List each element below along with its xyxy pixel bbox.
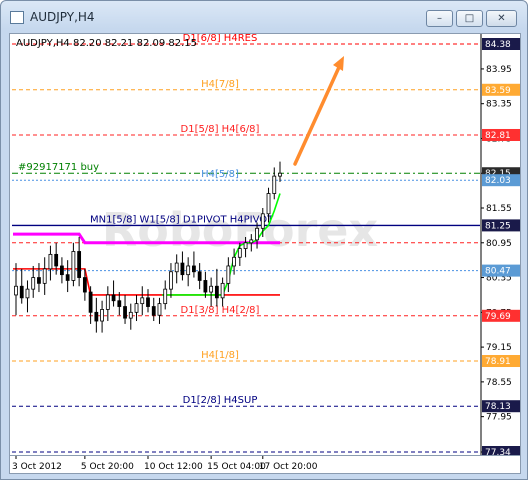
candle-body bbox=[71, 251, 76, 281]
candle-body bbox=[128, 311, 133, 319]
level-label: D1[3/8] H4[2/8] bbox=[181, 305, 260, 316]
candle-body bbox=[123, 306, 127, 319]
candle-body bbox=[255, 227, 259, 241]
price-level-tag-label: 79.69 bbox=[485, 312, 511, 322]
candle-body bbox=[192, 265, 196, 273]
candle-body bbox=[94, 311, 99, 322]
price-level-tag-label: 77.34 bbox=[485, 448, 511, 455]
candle-body bbox=[117, 300, 122, 307]
candle-body bbox=[14, 285, 18, 296]
candle-body bbox=[197, 271, 202, 281]
symbol-info: AUDJPY,H4 82.20 82.21 82.09 82.15 bbox=[16, 38, 197, 49]
level-label: H4[1/8] bbox=[201, 350, 239, 361]
price-level-tag-label: 82.03 bbox=[485, 176, 511, 186]
time-tick-label: 5 Oct 20:00 bbox=[81, 462, 134, 472]
time-tick-label: 3 Oct 2012 bbox=[12, 462, 62, 472]
price-tick-label: 78.55 bbox=[486, 378, 512, 388]
chart-svg: RoboForex D1[6/8] H4RESH4[7/8]D1[5/8] H4… bbox=[12, 34, 520, 455]
price-level-tag-label: 81.25 bbox=[485, 221, 511, 231]
candle-body bbox=[82, 277, 87, 293]
candle-body bbox=[214, 285, 219, 299]
candle-body bbox=[19, 285, 24, 299]
price-level-tag-label: 78.91 bbox=[485, 357, 511, 367]
time-axis-strip: 3 Oct 2012 5 Oct 20:00 10 Oct 12:00 15 Oct … bbox=[9, 456, 521, 474]
title-bar[interactable]: AUDJPY,H4 – □ ✕ bbox=[1, 1, 529, 33]
candle-body bbox=[134, 303, 139, 313]
candle-body bbox=[146, 297, 150, 307]
price-tick-label: 83.95 bbox=[486, 65, 512, 75]
candle-body bbox=[249, 239, 254, 244]
chart-area[interactable]: RoboForex D1[6/8] H4RES H4[7/8] D1[5/8] H4… bbox=[9, 33, 521, 456]
candle-body bbox=[25, 288, 30, 299]
candle-body bbox=[266, 193, 271, 215]
price-level-tag-label: 82.81 bbox=[485, 131, 511, 141]
level-label: H4[5/8] bbox=[201, 169, 239, 180]
candle-body bbox=[260, 213, 265, 229]
candle-body bbox=[186, 265, 191, 276]
level-label: D1[2/8] H4SUP bbox=[183, 395, 258, 406]
candle-body bbox=[48, 253, 53, 270]
time-axis: 3 Oct 2012 5 Oct 20:00 10 Oct 12:00 15 Oct … bbox=[12, 456, 318, 472]
candle-body bbox=[220, 282, 225, 299]
candle-body bbox=[232, 256, 236, 267]
candle-body bbox=[140, 297, 145, 305]
candle-body bbox=[272, 175, 277, 194]
level-label: D1[5/8] H4[6/8] bbox=[181, 124, 260, 135]
candle-body bbox=[37, 277, 41, 284]
price-tick-label: 83.35 bbox=[486, 100, 512, 110]
candle-body bbox=[60, 265, 64, 276]
chart-app-icon bbox=[10, 11, 24, 24]
forecast-arrow-shaft bbox=[293, 63, 342, 166]
price-tick-label: 81.55 bbox=[486, 204, 512, 214]
candle-body bbox=[174, 262, 179, 273]
price-tick-label: 79.15 bbox=[486, 343, 512, 353]
time-tick-label: 17 Oct 20:00 bbox=[259, 462, 318, 472]
price-level-tag-label: 80.47 bbox=[485, 267, 511, 277]
candle-body bbox=[209, 285, 214, 293]
candle-body bbox=[203, 280, 208, 293]
candle-body bbox=[88, 291, 93, 313]
candle-body bbox=[226, 265, 231, 284]
window-title: AUDJPY,H4 bbox=[30, 10, 95, 24]
candle-body bbox=[237, 248, 242, 258]
time-tick-label: 15 Oct 04:00 bbox=[207, 462, 266, 472]
candle-body bbox=[151, 306, 156, 316]
price-level-tag-label: 78.13 bbox=[485, 402, 511, 412]
level-label: H4[7/8] bbox=[201, 79, 239, 90]
candle-body bbox=[54, 253, 59, 267]
close-button[interactable]: ✕ bbox=[486, 10, 517, 27]
candle-body bbox=[111, 294, 116, 302]
time-tick-label: 10 Oct 12:00 bbox=[144, 462, 203, 472]
red-line bbox=[13, 268, 280, 296]
candle-body bbox=[77, 251, 82, 278]
candle-body bbox=[278, 172, 282, 177]
candle-body bbox=[243, 242, 248, 249]
candle-body bbox=[31, 277, 36, 290]
candle-body bbox=[157, 303, 162, 316]
candle-body bbox=[65, 274, 70, 281]
level-label: #92917171 buy bbox=[18, 162, 99, 173]
candle-body bbox=[163, 288, 168, 305]
maximize-button[interactable]: □ bbox=[456, 10, 483, 27]
minimize-button[interactable]: – bbox=[426, 10, 453, 27]
candle-body bbox=[169, 271, 173, 290]
price-level-tag-label: 84.38 bbox=[485, 40, 511, 50]
price-level-tag-label: 83.59 bbox=[485, 86, 511, 96]
candle-body bbox=[180, 262, 185, 276]
candle-body bbox=[105, 294, 110, 310]
candle-body bbox=[42, 268, 47, 284]
price-tick-label: 77.95 bbox=[486, 413, 512, 423]
level-label: MN1[5/8] W1[5/8] D1PIVOT H4PIVOT bbox=[90, 214, 274, 225]
candle-body bbox=[100, 309, 104, 322]
price-tick-label: 80.95 bbox=[486, 239, 512, 249]
